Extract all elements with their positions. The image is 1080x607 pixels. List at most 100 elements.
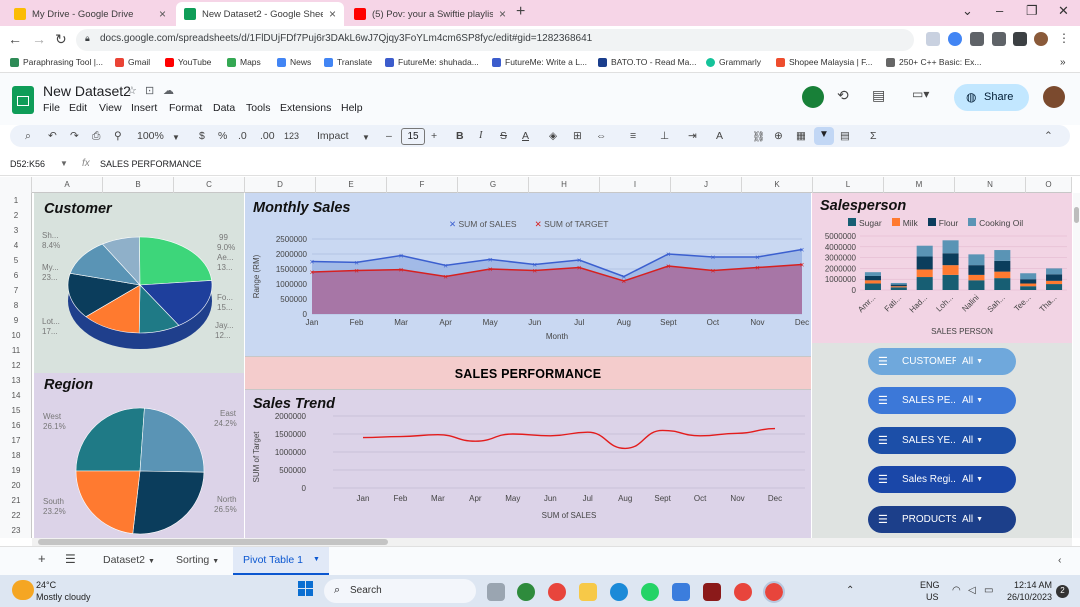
column-header[interactable]: K bbox=[742, 177, 813, 193]
column-header[interactable]: L bbox=[813, 177, 884, 193]
functions-icon[interactable]: Σ bbox=[870, 130, 877, 142]
column-header[interactable]: F bbox=[387, 177, 458, 193]
chrome-icon[interactable] bbox=[734, 583, 752, 601]
menu-format[interactable]: Format bbox=[169, 102, 202, 114]
task-view-icon[interactable] bbox=[487, 583, 505, 601]
filter-icon[interactable]: ▼ bbox=[814, 127, 834, 145]
move-folder-icon[interactable]: ⊡ bbox=[145, 84, 154, 97]
weather-temp[interactable]: 24°C bbox=[36, 580, 56, 590]
new-tab-button[interactable]: + bbox=[516, 3, 525, 21]
menu-view[interactable]: View bbox=[99, 102, 122, 114]
data-point[interactable]: × bbox=[755, 264, 760, 273]
bar-segment[interactable] bbox=[890, 287, 907, 290]
row-header[interactable]: 20 bbox=[0, 481, 32, 490]
wrap-icon[interactable]: ⇥ bbox=[688, 130, 697, 142]
data-point[interactable]: × bbox=[711, 253, 716, 262]
bar-segment[interactable] bbox=[968, 274, 985, 281]
bookmark[interactable]: Grammarly bbox=[706, 57, 761, 67]
star-icon[interactable]: ☆ bbox=[127, 84, 137, 97]
sales-trend-chart[interactable]: Sales Trend 2000000 1500000 1000000 500000 0… bbox=[245, 390, 811, 538]
data-point[interactable]: × bbox=[488, 255, 493, 264]
column-header[interactable]: M bbox=[884, 177, 955, 193]
chevron-down-icon[interactable]: ▼ bbox=[60, 159, 68, 168]
chrome-active-icon[interactable] bbox=[763, 581, 785, 603]
insert-comment-icon[interactable]: ⊕ bbox=[774, 130, 783, 142]
tab-search-icon[interactable]: ⌄ bbox=[962, 3, 973, 19]
rotate-icon[interactable]: A bbox=[716, 130, 723, 142]
paint-format-icon[interactable]: ⚲ bbox=[114, 130, 122, 142]
url-input[interactable]: 🔒︎ docs.google.com/spreadsheets/d/1FlDUj… bbox=[76, 29, 914, 51]
menu-insert[interactable]: Insert bbox=[131, 102, 157, 114]
row-header[interactable]: 8 bbox=[0, 301, 32, 310]
data-point[interactable]: × bbox=[443, 273, 448, 282]
customer-chart[interactable]: Customer Sh... 8.4% My... 23... Lot... 1… bbox=[34, 193, 244, 373]
column-header[interactable]: N bbox=[955, 177, 1026, 193]
menu-help[interactable]: Help bbox=[341, 102, 363, 114]
bar-segment[interactable] bbox=[994, 260, 1011, 272]
data-point[interactable]: × bbox=[666, 262, 671, 271]
mail-icon[interactable] bbox=[672, 583, 690, 601]
bar-segment[interactable] bbox=[1020, 279, 1037, 284]
borders-icon[interactable]: ⊞ bbox=[573, 130, 582, 142]
row-header[interactable]: 19 bbox=[0, 466, 32, 475]
bold-button[interactable]: B bbox=[456, 130, 464, 142]
column-header[interactable]: J bbox=[671, 177, 742, 193]
row-header[interactable]: 7 bbox=[0, 286, 32, 295]
row-header[interactable]: 22 bbox=[0, 511, 32, 520]
row-header[interactable]: 12 bbox=[0, 361, 32, 370]
bookmark[interactable]: Paraphrasing Tool |... bbox=[10, 57, 103, 67]
all-sheets-icon[interactable]: ☰ bbox=[65, 552, 76, 566]
app-icon[interactable] bbox=[517, 583, 535, 601]
bar-segment[interactable] bbox=[1046, 268, 1063, 275]
row-header[interactable]: 11 bbox=[0, 346, 32, 355]
row-header[interactable]: 10 bbox=[0, 331, 32, 340]
weather-icon[interactable] bbox=[12, 580, 34, 600]
tab-youtube[interactable]: (5) Pov: your a Swiftie playlis × bbox=[346, 2, 514, 26]
window-close-button[interactable]: ✕ bbox=[1058, 3, 1069, 19]
profile-avatar[interactable] bbox=[1034, 32, 1048, 46]
bar-segment[interactable] bbox=[864, 275, 881, 281]
data-point[interactable]: × bbox=[800, 246, 805, 255]
volume-icon[interactable]: ◁ bbox=[968, 585, 976, 596]
notification-badge[interactable]: 2 bbox=[1056, 585, 1069, 598]
bar-segment[interactable] bbox=[916, 269, 933, 278]
row-header[interactable]: 4 bbox=[0, 241, 32, 250]
tab-google-sheets[interactable]: New Dataset2 - Google Sheets × bbox=[176, 2, 344, 26]
bookmark[interactable]: 250+ C++ Basic: Ex... bbox=[886, 57, 981, 67]
bar-segment[interactable] bbox=[916, 245, 933, 257]
extension-status-icon[interactable] bbox=[802, 86, 824, 108]
row-header[interactable]: 15 bbox=[0, 406, 32, 415]
reload-icon[interactable]: ↻ bbox=[55, 31, 67, 48]
data-point[interactable]: × bbox=[488, 265, 493, 274]
bookmark[interactable]: Shopee Malaysia | F... bbox=[776, 57, 872, 67]
merge-cells-icon[interactable]: ⇔ bbox=[596, 130, 607, 142]
row-header[interactable]: 18 bbox=[0, 451, 32, 460]
column-header[interactable]: O bbox=[1026, 177, 1072, 193]
undo-icon[interactable]: ↶ bbox=[48, 130, 57, 142]
scroll-thumb[interactable] bbox=[1074, 207, 1079, 223]
bar-segment[interactable] bbox=[916, 277, 933, 290]
increase-decimal-button[interactable]: .00 bbox=[260, 130, 275, 142]
collapse-toolbar-icon[interactable]: ⌃ bbox=[1044, 130, 1053, 142]
row-header[interactable]: 16 bbox=[0, 421, 32, 430]
data-point[interactable]: × bbox=[399, 252, 404, 261]
bookmark[interactable]: News bbox=[277, 57, 311, 67]
select-all-corner[interactable] bbox=[0, 177, 32, 193]
cloud-status-icon[interactable]: ☁ bbox=[163, 84, 174, 97]
menu-file[interactable]: File bbox=[43, 102, 60, 114]
close-icon[interactable]: × bbox=[159, 7, 166, 21]
region-indicator[interactable]: US bbox=[926, 592, 939, 602]
bookmark[interactable]: Gmail bbox=[115, 57, 150, 67]
sheet-tab-dataset2[interactable]: Dataset2 ▼ bbox=[103, 554, 155, 566]
region-chart[interactable]: Region West 26.1% East 24.2% South 23.2%… bbox=[34, 373, 244, 538]
extension-icon[interactable] bbox=[948, 32, 962, 46]
row-header[interactable]: 1 bbox=[0, 196, 32, 205]
bookmark[interactable]: BATO.TO - Read Ma... bbox=[598, 57, 697, 67]
data-point[interactable]: × bbox=[532, 267, 537, 276]
pie-slice[interactable] bbox=[139, 236, 213, 286]
bar-segment[interactable] bbox=[916, 256, 933, 270]
data-point[interactable]: × bbox=[399, 266, 404, 275]
column-header[interactable]: C bbox=[174, 177, 245, 193]
back-icon[interactable]: ← bbox=[8, 31, 22, 47]
close-icon[interactable]: × bbox=[329, 7, 336, 21]
